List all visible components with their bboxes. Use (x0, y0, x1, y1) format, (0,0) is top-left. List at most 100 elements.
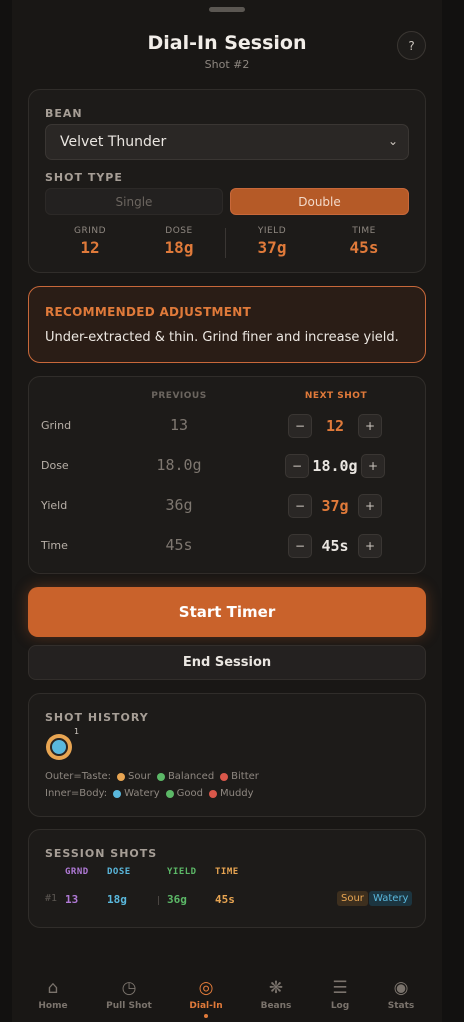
body-badge: Watery (369, 891, 413, 906)
adjustment-card: PREVIOUS NEXT SHOT Grind 13 − 12 + Dose … (28, 376, 426, 574)
summary-dose: DOSE 18g (134, 226, 224, 257)
bean-icon: ❋ (268, 978, 284, 998)
list-icon: ☰ (332, 978, 348, 998)
dose-stepper: − 18.0g + (285, 454, 385, 478)
clock-icon: ◷ (121, 978, 137, 998)
grind-decrement-button[interactable]: − (288, 414, 312, 438)
nav-stats-label: Stats (387, 1001, 415, 1011)
stats-icon: ◉ (393, 978, 409, 998)
dose-decrement-button[interactable]: − (285, 454, 309, 478)
summary-yield-label: YIELD (257, 226, 287, 236)
nav-home-label: Home (38, 1001, 68, 1011)
shot-type-label: SHOT TYPE (45, 171, 123, 184)
session-shots-label: SESSION SHOTS (45, 847, 158, 860)
shot-marker-number: 1 (74, 727, 80, 736)
taste-badge: Sour (337, 891, 368, 906)
row-time: 45s (215, 893, 235, 906)
legend-muddy: Muddy (219, 788, 254, 799)
shot-history-card: SHOT HISTORY 1 Outer=Taste: Sour Balance… (28, 693, 426, 817)
previous-grind: 13 (169, 416, 189, 434)
row-label-grind: Grind (41, 419, 72, 432)
bean-label: BEAN (45, 107, 83, 120)
shot-marker-inner (50, 738, 68, 756)
shot-type-single[interactable]: Single (45, 188, 223, 215)
nav-beans[interactable]: ❋ Beans (246, 978, 306, 1011)
nav-log-label: Log (330, 1001, 350, 1011)
nav-dial-in-label: Dial-In (189, 1001, 223, 1011)
row-number: #1 (45, 893, 58, 904)
shot-number: Shot #2 (204, 58, 250, 71)
help-icon: ? (408, 38, 415, 53)
grind-stepper: − 12 + (288, 414, 382, 438)
yield-increment-button[interactable]: + (358, 494, 382, 518)
nav-home[interactable]: ⌂ Home (23, 978, 83, 1011)
column-dose: DOSE (107, 867, 131, 877)
next-dose: 18.0g (312, 457, 358, 475)
row-label-yield: Yield (41, 499, 68, 512)
summary-grind-label: GRIND (73, 226, 107, 236)
row-dose: 18g (107, 893, 127, 906)
nav-log[interactable]: ☰ Log (310, 978, 370, 1011)
previous-yield: 36g (165, 496, 193, 514)
row-label-time: Time (41, 539, 68, 552)
active-indicator (204, 1014, 208, 1018)
bitter-dot-icon (220, 772, 229, 781)
balanced-dot-icon (156, 772, 165, 781)
nav-pull-shot[interactable]: ◷ Pull Shot (99, 978, 159, 1011)
legend-watery: Watery (124, 788, 160, 799)
bean-select-value: Velvet Thunder (60, 134, 167, 150)
grind-increment-button[interactable]: + (358, 414, 382, 438)
chevron-down-icon: ⌄ (387, 134, 398, 148)
shot-type-double[interactable]: Double (230, 188, 409, 215)
next-yield: 37g (321, 497, 349, 515)
summary-yield: YIELD 37g (227, 226, 317, 257)
time-stepper: − 45s + (288, 534, 382, 558)
previous-dose: 18.0g (156, 456, 202, 474)
row-yield: 36g (167, 893, 187, 906)
summary-grind: GRIND 12 (45, 226, 135, 257)
recommendation-body: Under-extracted & thin. Grind finer and … (45, 330, 399, 345)
nav-dial-in[interactable]: ◎ Dial-In (176, 978, 236, 1018)
recommendation-card: RECOMMENDED ADJUSTMENT Under-extracted &… (28, 286, 426, 363)
legend-body: Inner=Body: Watery Good Muddy (45, 788, 254, 799)
nav-stats[interactable]: ◉ Stats (371, 978, 431, 1011)
nav-beans-label: Beans (260, 1001, 292, 1011)
nav-pull-shot-label: Pull Shot (106, 1001, 152, 1011)
previous-time: 45s (165, 536, 193, 554)
shot-marker[interactable] (46, 734, 72, 760)
sour-dot-icon (117, 772, 126, 781)
bean-select[interactable]: Velvet Thunder ⌄ (45, 124, 409, 160)
legend-bitter: Bitter (231, 771, 259, 782)
bottom-nav: ⌂ Home ◷ Pull Shot ◎ Dial-In ❋ Beans ☰ L… (12, 968, 442, 1022)
dose-increment-button[interactable]: + (361, 454, 385, 478)
column-yield: YIELD (167, 867, 197, 877)
summary-time-label: TIME (352, 226, 376, 236)
end-session-button[interactable]: End Session (28, 645, 426, 680)
summary-dose-label: DOSE (165, 226, 193, 236)
good-dot-icon (165, 789, 174, 798)
legend-taste: Outer=Taste: Sour Balanced Bitter (45, 771, 259, 782)
time-increment-button[interactable]: + (358, 534, 382, 558)
yield-stepper: − 37g + (288, 494, 382, 518)
help-button[interactable]: ? (397, 31, 426, 60)
summary-time: TIME 45s (319, 226, 409, 257)
start-timer-button[interactable]: Start Timer (28, 587, 426, 637)
watery-dot-icon (113, 789, 122, 798)
recommendation-heading: RECOMMENDED ADJUSTMENT (45, 305, 252, 319)
target-icon: ◎ (198, 978, 214, 998)
bean-card: BEAN Velvet Thunder ⌄ SHOT TYPE Single D… (28, 89, 426, 273)
row-grind: 13 (65, 893, 79, 906)
summary-dose-value: 18g (164, 238, 194, 257)
summary-time-value: 45s (349, 238, 379, 257)
column-previous: PREVIOUS (151, 391, 207, 401)
drag-handle[interactable] (209, 7, 245, 12)
legend-balanced: Balanced (167, 771, 215, 782)
time-decrement-button[interactable]: − (288, 534, 312, 558)
next-time: 45s (321, 537, 349, 555)
row-label-dose: Dose (41, 459, 69, 472)
summary-grind-value: 12 (80, 238, 100, 257)
yield-decrement-button[interactable]: − (288, 494, 312, 518)
page-title: Dial-In Session (147, 32, 307, 54)
column-grind: GRND (65, 867, 89, 877)
legend-sour: Sour (128, 771, 151, 782)
